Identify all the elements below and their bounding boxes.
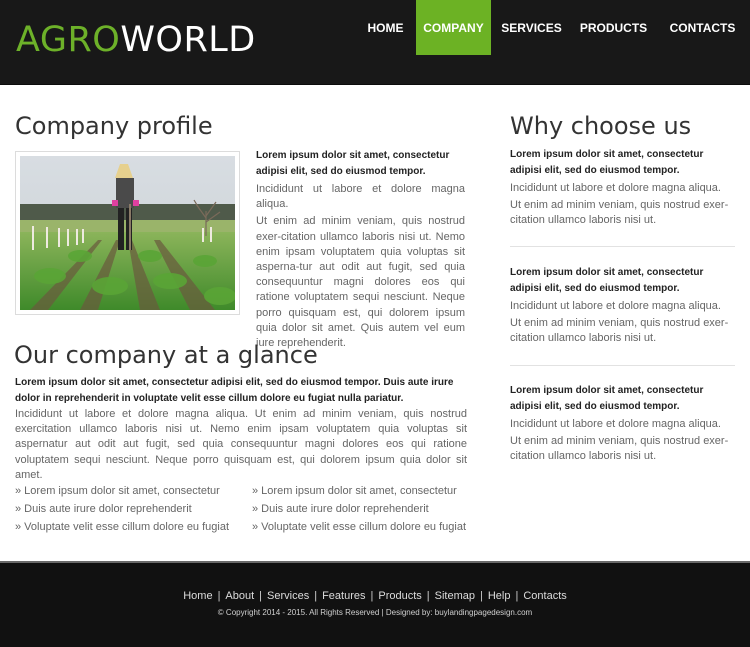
divider [510, 246, 735, 247]
footer-link-sitemap[interactable]: Sitemap [435, 590, 475, 602]
why-block: Lorem ipsum dolor sit amet, consectetur … [510, 265, 735, 347]
glance-lead: Lorem ipsum dolor sit amet, consectetur … [15, 377, 454, 404]
footer-nav: Home | About | Services | Features | Products | Si… [0, 590, 750, 602]
list-item: » Voluptate velit esse cillum dolore eu … [15, 521, 230, 533]
footer-link-contacts[interactable]: Contacts [523, 590, 566, 602]
why-lead: Lorem ipsum dolor sit amet, consectetur … [510, 149, 704, 176]
why-block: Lorem ipsum dolor sit amet, consectetur … [510, 383, 735, 465]
profile-paragraph-1: Incididunt ut labore et dolore magna ali… [256, 183, 465, 211]
logo[interactable]: AGROWORLD [16, 20, 256, 60]
why-paragraph-2: Ut enim ad minim veniam, quis nostrud ex… [510, 435, 729, 463]
profile-lead: Lorem ipsum dolor sit amet, consectetur … [256, 150, 450, 177]
footer-link-help[interactable]: Help [488, 590, 511, 602]
glance-paragraph: Incididunt ut labore et dolore magna ali… [15, 408, 467, 481]
list-item: » Lorem ipsum dolor sit amet, consectetu… [15, 485, 220, 497]
nav-company[interactable]: COMPANY [416, 0, 491, 55]
divider [510, 365, 735, 366]
why-lead: Lorem ipsum dolor sit amet, consectetur … [510, 267, 704, 294]
why-paragraph-2: Ut enim ad minim veniam, quis nostrud ex… [510, 199, 729, 227]
footer-link-features[interactable]: Features [322, 590, 365, 602]
footer-link-home[interactable]: Home [183, 590, 212, 602]
copyright-text: © Copyright 2014 - 2015. All Rights Rese… [217, 608, 533, 617]
site-footer: Home | About | Services | Features | Products | Si… [0, 561, 750, 647]
separator: | [217, 590, 221, 602]
separator: | [259, 590, 263, 602]
profile-text: Lorem ipsum dolor sit amet, consectetur … [256, 148, 465, 351]
nav-contacts[interactable]: CONTACTS [655, 0, 750, 55]
separator: | [515, 590, 519, 602]
why-paragraph-2: Ut enim ad minim veniam, quis nostrud ex… [510, 317, 729, 345]
footer-link-about[interactable]: About [225, 590, 254, 602]
why-lead: Lorem ipsum dolor sit amet, consectetur … [510, 385, 704, 412]
separator: | [426, 590, 430, 602]
why-paragraph-1: Incididunt ut labore et dolore magna ali… [510, 300, 721, 312]
feature-list-right: » Lorem ipsum dolor sit amet, consectetu… [252, 482, 466, 536]
site-header: AGROWORLD HOME COMPANY SERVICES PRODUCTS… [0, 0, 750, 85]
nav-services[interactable]: SERVICES [491, 0, 572, 55]
footer-link-products[interactable]: Products [378, 590, 421, 602]
footer-link-services[interactable]: Services [267, 590, 309, 602]
why-block: Lorem ipsum dolor sit amet, consectetur … [510, 147, 735, 229]
why-paragraph-1: Incididunt ut labore et dolore magna ali… [510, 418, 721, 430]
logo-part-world: WORLD [120, 20, 256, 60]
nav-products[interactable]: PRODUCTS [572, 0, 655, 55]
list-item: » Voluptate velit esse cillum dolore eu … [252, 521, 467, 533]
company-glance-heading: Our company at a glance [14, 341, 318, 369]
farmer-field-image [20, 156, 235, 310]
separator: | [480, 590, 483, 602]
profile-photo-frame [15, 151, 240, 315]
list-item: » Duis aute irure dolor reprehenderit [15, 503, 192, 515]
why-paragraph-1: Incididunt ut labore et dolore magna ali… [510, 182, 721, 194]
feature-list-left: » Lorem ipsum dolor sit amet, consectetu… [15, 482, 229, 536]
nav-home[interactable]: HOME [355, 0, 416, 55]
list-item: » Lorem ipsum dolor sit amet, consectetu… [252, 485, 457, 497]
separator: | [370, 590, 374, 602]
profile-paragraph-2: Ut enim ad minim veniam, quis nostrud ex… [256, 215, 465, 350]
company-profile-heading: Company profile [15, 112, 213, 140]
list-item: » Duis aute irure dolor reprehenderit [252, 503, 429, 515]
why-choose-us-heading: Why choose us [510, 112, 692, 140]
separator: | [314, 590, 318, 602]
logo-part-agro: AGRO [16, 20, 121, 60]
main-nav: HOME COMPANY SERVICES PRODUCTS CONTACTS [355, 0, 750, 55]
